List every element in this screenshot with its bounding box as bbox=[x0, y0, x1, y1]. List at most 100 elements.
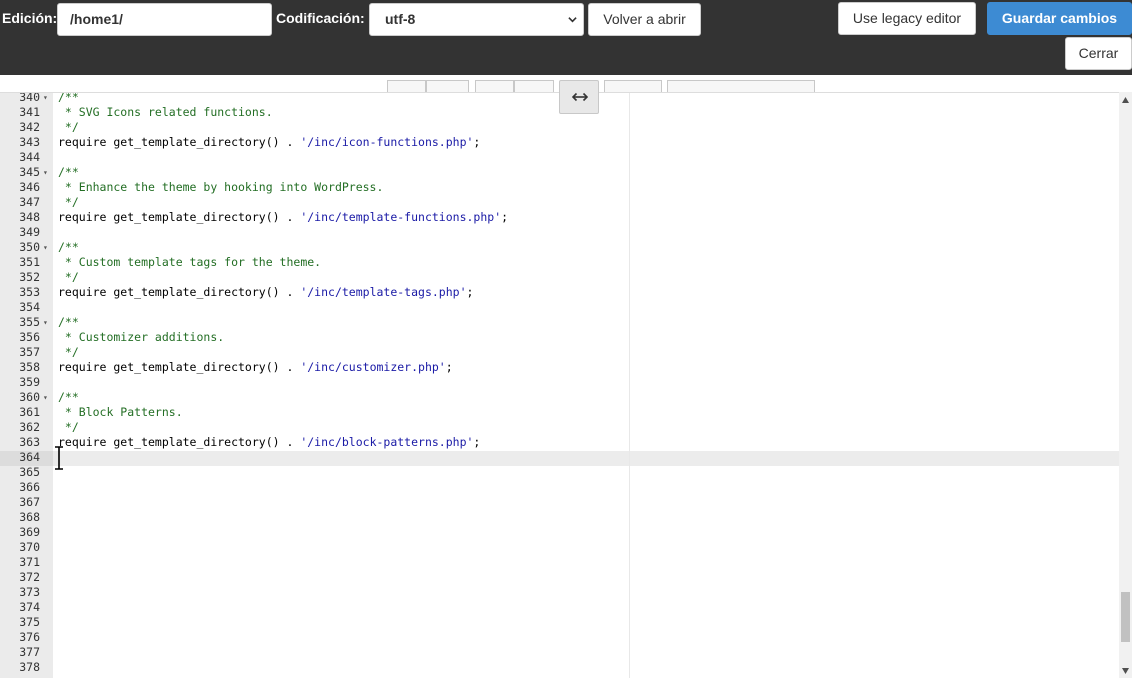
code-token-comment: /** bbox=[58, 390, 79, 404]
code-text: require get_template_directory() . '/inc… bbox=[58, 285, 473, 300]
line-number: 343 bbox=[19, 135, 40, 149]
code-line[interactable]: 377 bbox=[0, 645, 1119, 660]
file-toolbar: Edición: /home1/ Codificación: utf-8 Vol… bbox=[0, 0, 1132, 75]
toggle-wrap-button[interactable] bbox=[559, 80, 599, 114]
code-line[interactable]: 344 bbox=[0, 150, 1119, 165]
line-number: 356 bbox=[19, 330, 40, 344]
line-number: 366 bbox=[19, 480, 40, 494]
line-number: 373 bbox=[19, 585, 40, 599]
code-token-comment: /** bbox=[58, 92, 79, 104]
code-line[interactable]: 343 require get_template_directory() . '/… bbox=[0, 135, 1119, 150]
code-line[interactable]: 372 bbox=[0, 570, 1119, 585]
code-line[interactable]: 367 bbox=[0, 495, 1119, 510]
legacy-editor-button[interactable]: Use legacy editor bbox=[838, 2, 976, 35]
code-line[interactable]: 364 bbox=[0, 450, 1119, 465]
editor-tool-button[interactable] bbox=[514, 80, 554, 92]
code-line[interactable]: 366 bbox=[0, 480, 1119, 495]
code-token-string: '/inc/block-patterns.php' bbox=[300, 435, 474, 449]
code-line[interactable]: 345 ▾ /** bbox=[0, 165, 1119, 180]
code-line[interactable]: 346 * Enhance the theme by hooking into … bbox=[0, 180, 1119, 195]
code-line[interactable]: 342 */ bbox=[0, 120, 1119, 135]
line-number: 374 bbox=[19, 600, 40, 614]
scroll-down-arrow-icon[interactable] bbox=[1122, 668, 1129, 674]
scroll-up-arrow-icon[interactable] bbox=[1122, 97, 1129, 103]
line-number: 345 bbox=[19, 165, 40, 179]
code-token-keyword: require get_template_directory() . bbox=[58, 435, 301, 449]
code-token-comment: */ bbox=[58, 120, 79, 134]
file-path-input[interactable]: /home1/ bbox=[57, 3, 272, 36]
code-text: require get_template_directory() . '/inc… bbox=[58, 360, 453, 375]
code-line[interactable]: 369 bbox=[0, 525, 1119, 540]
vertical-scrollbar[interactable] bbox=[1119, 92, 1132, 678]
reopen-button[interactable]: Volver a abrir bbox=[588, 3, 701, 36]
line-number: 340 bbox=[19, 92, 40, 104]
code-line[interactable]: 350 ▾ /** bbox=[0, 240, 1119, 255]
code-line[interactable]: 376 bbox=[0, 630, 1119, 645]
code-line[interactable]: 373 bbox=[0, 585, 1119, 600]
encoding-select[interactable]: utf-8 bbox=[369, 3, 584, 36]
editor-tool-button[interactable] bbox=[426, 80, 469, 92]
code-line[interactable]: 368 bbox=[0, 510, 1119, 525]
code-line[interactable]: 353 require get_template_directory() . '/… bbox=[0, 285, 1119, 300]
save-changes-button[interactable]: Guardar cambios bbox=[987, 2, 1132, 35]
code-text: * Enhance the theme by hooking into Word… bbox=[58, 180, 384, 195]
code-text: /** bbox=[58, 240, 79, 255]
editor-tool-select[interactable] bbox=[667, 80, 815, 92]
code-editor[interactable]: 340 ▾/** 341 * SVG Icons related functions… bbox=[0, 92, 1132, 678]
code-line[interactable]: 359 bbox=[0, 375, 1119, 390]
line-number: 346 bbox=[19, 180, 40, 194]
code-text: require get_template_directory() . '/inc… bbox=[58, 135, 480, 150]
code-line[interactable]: 355 ▾ /** bbox=[0, 315, 1119, 330]
code-line[interactable]: 358 require get_template_directory() . '/… bbox=[0, 360, 1119, 375]
code-line[interactable]: 348 require get_template_directory() . '/… bbox=[0, 210, 1119, 225]
code-line[interactable]: 354 bbox=[0, 300, 1119, 315]
line-number: 358 bbox=[19, 360, 40, 374]
code-line[interactable]: 370 bbox=[0, 540, 1119, 555]
code-line[interactable]: 361 * Block Patterns. bbox=[0, 405, 1119, 420]
close-button[interactable]: Cerrar bbox=[1065, 37, 1132, 70]
code-line[interactable]: 363 require get_template_directory() . '/… bbox=[0, 435, 1119, 450]
line-number: 352 bbox=[19, 270, 40, 284]
fold-toggle-icon[interactable]: ▾ bbox=[43, 390, 48, 405]
code-line[interactable]: 347 */ bbox=[0, 195, 1119, 210]
code-token-keyword: ; bbox=[445, 360, 453, 374]
text-cursor-icon bbox=[55, 446, 63, 470]
code-line[interactable]: 362 */ bbox=[0, 420, 1119, 435]
line-number: 360 bbox=[19, 390, 40, 404]
line-number: 367 bbox=[19, 495, 40, 509]
encoding-label: Codificación: bbox=[276, 10, 365, 26]
code-line[interactable]: 378 bbox=[0, 660, 1119, 675]
scrollbar-thumb[interactable] bbox=[1121, 592, 1130, 642]
editor-tool-button[interactable] bbox=[387, 80, 426, 92]
code-line[interactable]: 351 * Custom template tags for the theme… bbox=[0, 255, 1119, 270]
code-line[interactable]: 360 ▾ /** bbox=[0, 390, 1119, 405]
code-line[interactable]: 371 bbox=[0, 555, 1119, 570]
line-number: 362 bbox=[19, 420, 40, 434]
code-text: /** bbox=[58, 315, 79, 330]
code-text: */ bbox=[58, 120, 79, 135]
edit-label: Edición: bbox=[2, 10, 58, 26]
code-line[interactable]: 374 bbox=[0, 600, 1119, 615]
line-number: 354 bbox=[19, 300, 40, 314]
fold-toggle-icon[interactable]: ▾ bbox=[43, 165, 48, 180]
code-line[interactable]: 356 * Customizer additions. bbox=[0, 330, 1119, 345]
line-number: 353 bbox=[19, 285, 40, 299]
code-text: */ bbox=[58, 195, 79, 210]
code-token-comment: * Custom template tags for the theme. bbox=[58, 255, 322, 269]
code-line[interactable]: 365 bbox=[0, 465, 1119, 480]
code-token-comment: * Enhance the theme by hooking into Word… bbox=[58, 180, 384, 194]
code-line[interactable]: 352 */ bbox=[0, 270, 1119, 285]
editor-tool-button[interactable] bbox=[604, 80, 662, 92]
code-token-comment: /** bbox=[58, 240, 79, 254]
fold-toggle-icon[interactable]: ▾ bbox=[43, 315, 48, 330]
code-line[interactable]: 375 bbox=[0, 615, 1119, 630]
horizontal-arrows-icon bbox=[572, 92, 588, 102]
code-text: require get_template_directory() . '/inc… bbox=[58, 435, 480, 450]
fold-toggle-icon[interactable]: ▾ bbox=[43, 93, 48, 105]
line-number: 342 bbox=[19, 120, 40, 134]
fold-toggle-icon[interactable]: ▾ bbox=[43, 240, 48, 255]
code-line[interactable]: 357 */ bbox=[0, 345, 1119, 360]
editor-tool-button[interactable] bbox=[475, 80, 514, 92]
code-line[interactable]: 349 bbox=[0, 225, 1119, 240]
code-lines[interactable]: 340 ▾/** 341 * SVG Icons related functions… bbox=[0, 92, 1119, 675]
